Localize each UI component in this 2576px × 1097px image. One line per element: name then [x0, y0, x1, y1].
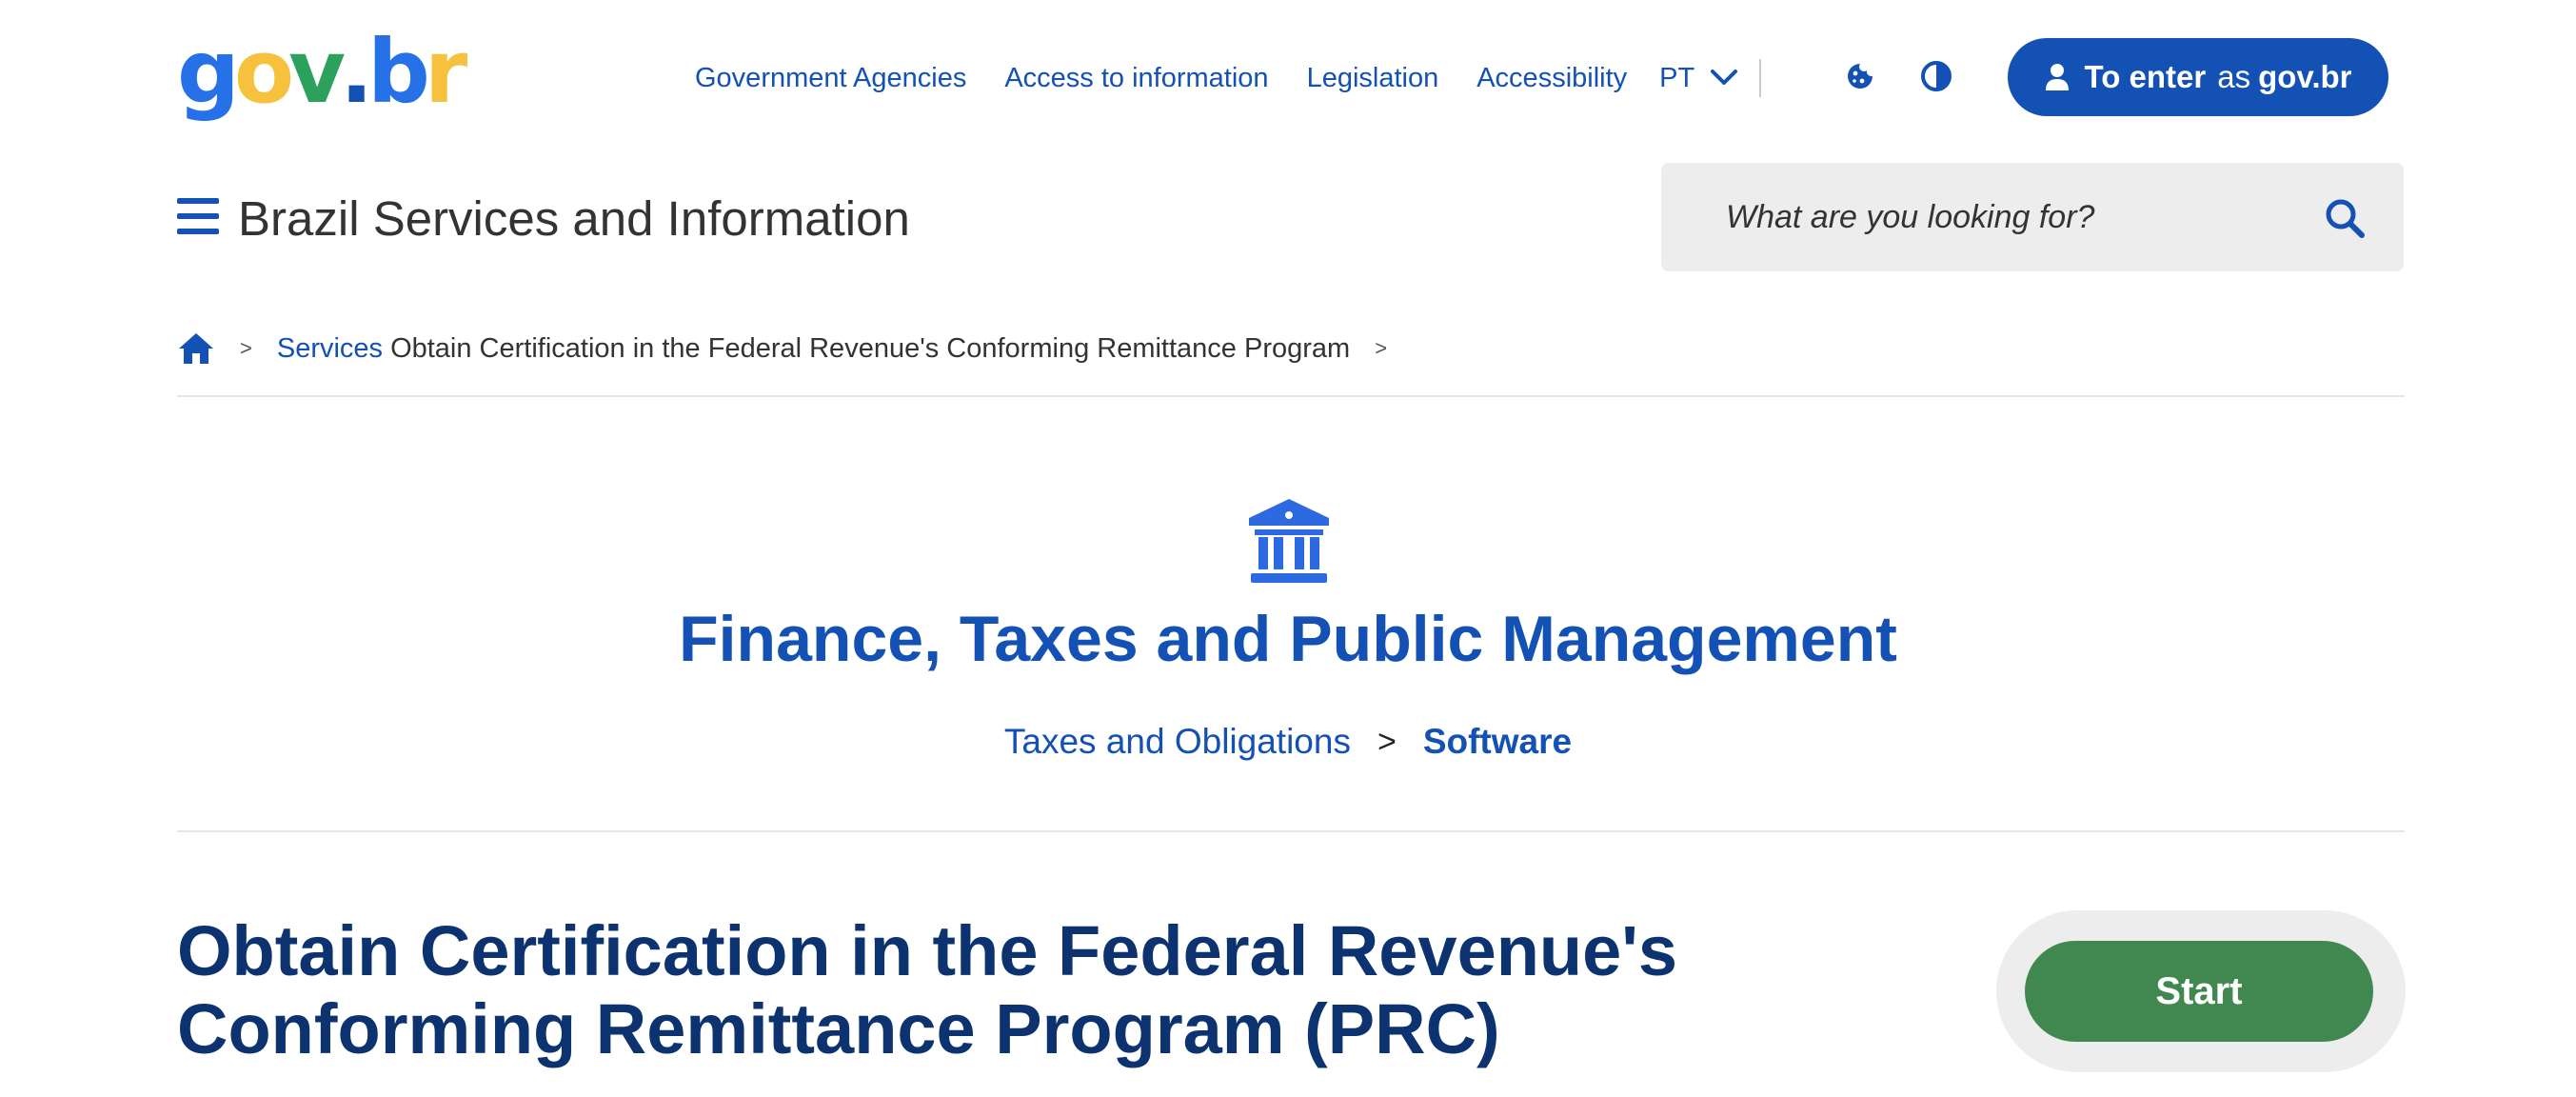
language-label: PT [1659, 62, 1695, 93]
login-label: To enter [2084, 59, 2207, 94]
home-icon[interactable] [177, 331, 215, 366]
govbr-logo[interactable]: gov.br [177, 29, 467, 116]
search-button[interactable] [2324, 197, 2366, 244]
hamburger-icon [177, 198, 219, 234]
subcategory-separator: > [1377, 723, 1397, 760]
contrast-button[interactable] [1919, 59, 1953, 93]
menu-button[interactable] [177, 196, 221, 236]
nav-access-to-information[interactable]: Access to information [1004, 63, 1268, 94]
divider [177, 395, 2405, 397]
breadcrumb: > Services Obtain Certification in the F… [177, 331, 1412, 366]
category-title: Finance, Taxes and Public Management [679, 603, 1897, 675]
breadcrumb-separator: > [240, 336, 252, 360]
category-breadcrumb: Taxes and Obligations > Software [0, 722, 2576, 762]
nav-accessibility[interactable]: Accessibility [1476, 63, 1627, 94]
search-box [1661, 163, 2404, 271]
nav-government-agencies[interactable]: Government Agencies [695, 63, 966, 94]
subcategory-link[interactable]: Taxes and Obligations [1004, 722, 1351, 762]
subcategory-active[interactable]: Software [1423, 722, 1572, 762]
service-title: Obtain Certification in the Federal Reve… [177, 911, 1678, 1068]
language-selector[interactable]: PT [1659, 63, 1738, 94]
site-title: Brazil Services and Information [238, 191, 910, 246]
nav-legislation[interactable]: Legislation [1307, 63, 1439, 94]
search-input[interactable] [1726, 191, 2297, 243]
breadcrumb-separator-end: > [1375, 336, 1388, 360]
login-button[interactable]: To enter as gov.br [2008, 38, 2388, 116]
user-icon [2045, 64, 2069, 90]
login-as-label: as [2217, 59, 2251, 94]
nav-divider [1759, 59, 1762, 97]
breadcrumb-current: Obtain Certification in the Federal Reve… [390, 332, 1351, 364]
page: gov.br Government Agencies Access to inf… [0, 0, 2576, 1097]
chevron-down-icon [1711, 70, 1738, 85]
contrast-icon [1921, 61, 1952, 91]
divider [177, 830, 2405, 832]
cookie-button[interactable] [1843, 59, 1877, 93]
top-nav: Government Agencies Access to informatio… [695, 59, 1762, 97]
login-brand-label: gov.br [2258, 59, 2352, 94]
start-button-wrap: Start [1996, 910, 2406, 1072]
start-button[interactable]: Start [2025, 941, 2373, 1042]
cookie-icon [1848, 64, 1873, 89]
breadcrumb-services[interactable]: Services [277, 333, 383, 365]
bank-building-icon [1249, 499, 1329, 583]
category-icon-wrap [1247, 497, 1331, 589]
search-icon [2326, 199, 2365, 238]
